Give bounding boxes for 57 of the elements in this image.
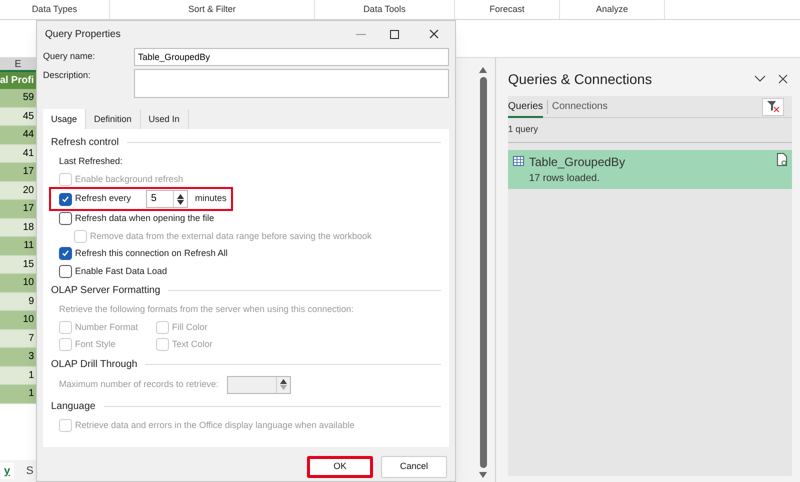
checkbox[interactable] (59, 264, 72, 278)
query-name-field[interactable]: Table_GroupedBy (134, 48, 449, 66)
query-item[interactable]: Table_GroupedBy 17 rows loaded. (508, 150, 792, 188)
unit-label: minutes (195, 192, 227, 206)
clear-filter-icon[interactable] (762, 98, 784, 116)
description-field[interactable] (134, 69, 449, 98)
checkbox[interactable] (59, 247, 72, 260)
dialog-title: Query Properties (44, 28, 122, 42)
chevron-down-icon[interactable] (754, 75, 766, 83)
olap-note: Retrieve the following formats from the server when using this connection: (59, 303, 355, 316)
dialog-tab[interactable]: Usage (43, 109, 86, 129)
scroll-down-icon[interactable] (479, 472, 487, 478)
option-label: Remove data from the external data range before saving the workbook (90, 230, 372, 243)
section-heading: OLAP Drill Through (51, 358, 138, 372)
scroll-up-icon[interactable] (479, 67, 487, 73)
checkbox[interactable] (59, 192, 72, 206)
option-label: Text Color (172, 338, 213, 351)
dialog-button[interactable]: Cancel (381, 456, 447, 478)
table-icon (513, 156, 524, 166)
dialog-button[interactable]: OK (307, 456, 373, 478)
query-name: Table_GroupedBy (529, 154, 626, 170)
sheet-tab[interactable]: y (0, 462, 14, 480)
section-heading: Language (51, 400, 96, 414)
option-label: Enable background refresh (75, 172, 184, 186)
panel-tab[interactable]: Queries (508, 96, 544, 118)
option-label: Fill Color (172, 320, 208, 334)
section-heading: OLAP Server Formatting (51, 284, 160, 298)
option-label: Enable Fast Data Load (75, 264, 168, 278)
ribbon-group-label: Analyze (596, 2, 628, 16)
ribbon-group-label: Sort & Filter (188, 2, 236, 16)
query-count: 1 query (508, 123, 540, 136)
option-label: Maximum number of records to retrieve: (59, 378, 219, 391)
field-label: Description: (43, 69, 92, 82)
ribbon-group-label: Data Tools (363, 2, 406, 16)
panel-title: Queries & Connections (508, 70, 653, 89)
spin-field[interactable]: 5 (146, 190, 188, 208)
last-refreshed-label: Last Refreshed: (59, 155, 124, 168)
section-heading: Refresh control (51, 136, 119, 150)
ribbon-group-label: Forecast (489, 2, 524, 16)
option-label: Font Style (75, 338, 116, 351)
option-label: Refresh every (75, 192, 132, 206)
option-label: Refresh this connection on Refresh All (75, 247, 228, 260)
document-refresh-icon[interactable] (777, 152, 787, 166)
close-icon[interactable] (429, 29, 439, 39)
option-label: Refresh data when opening the file (75, 212, 214, 225)
close-icon[interactable] (778, 74, 788, 84)
option-label: Number Format (75, 320, 138, 334)
sheet-tab[interactable]: S (22, 462, 38, 480)
option-label: Retrieve data and errors in the Office display language when available (75, 418, 355, 432)
ribbon-group-label: Data Types (32, 2, 78, 16)
panel-tab[interactable]: Connections (552, 96, 608, 118)
checkbox[interactable] (59, 212, 72, 226)
query-status: 17 rows loaded. (529, 172, 601, 186)
checkmark-icon (61, 194, 70, 204)
field-label: Query name: (43, 50, 96, 64)
checkmark-icon (61, 249, 70, 258)
maximize-icon[interactable] (390, 30, 399, 38)
